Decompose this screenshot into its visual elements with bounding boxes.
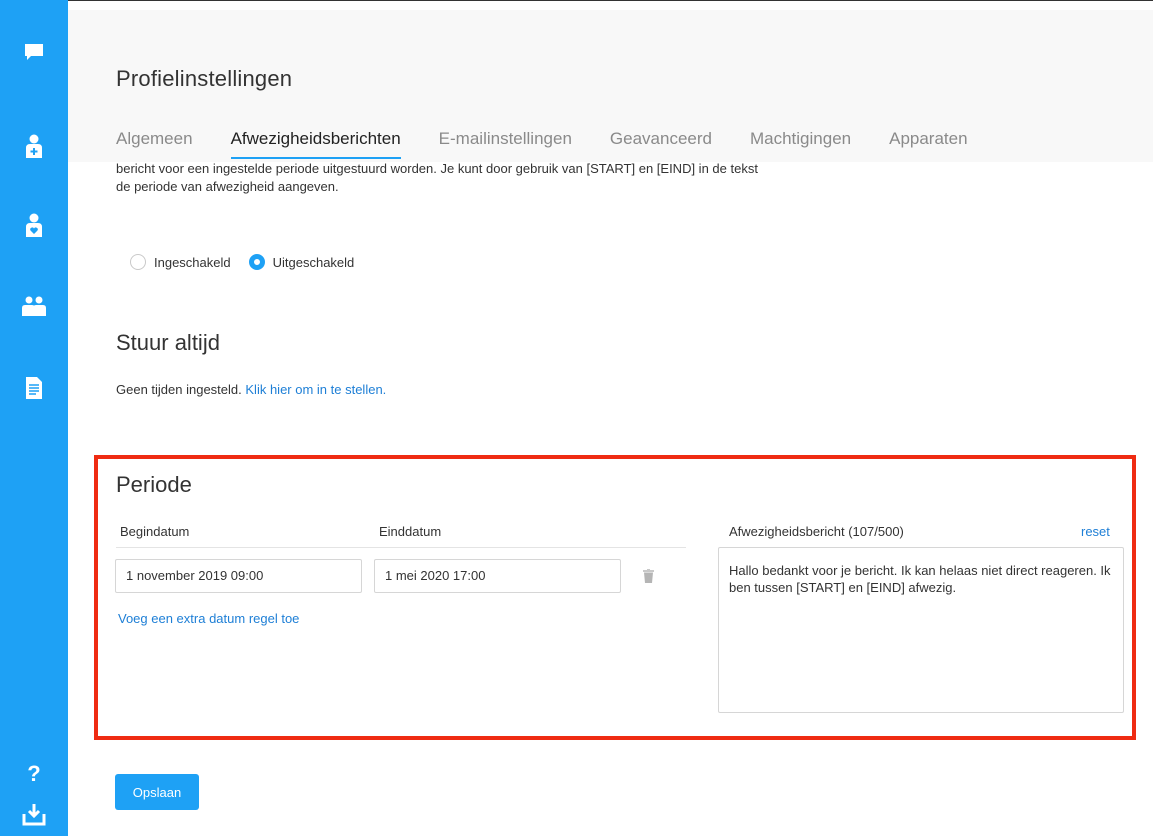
page-title: Profielinstellingen [116, 66, 293, 91]
tab-geavanceerd[interactable]: Geavanceerd [610, 129, 712, 159]
radio-label: Ingeschakeld [154, 254, 231, 270]
end-date-input[interactable]: 1 mei 2020 17:00 [374, 559, 621, 593]
user-add-icon[interactable] [22, 134, 46, 158]
radio-checked-icon [248, 254, 265, 270]
end-date-label: Einddatum [379, 524, 442, 539]
message-textarea[interactable]: Hallo bedankt voor je bericht. Ik kan he… [718, 547, 1124, 713]
tab-e-mailinstellingen[interactable]: E-mailinstellingen [439, 129, 572, 159]
always-note: Geen tijden ingesteld. Klik hier om in t… [116, 382, 386, 397]
radio-unchecked-icon [130, 254, 146, 270]
start-date-input[interactable]: 1 november 2019 09:00 [115, 559, 362, 593]
reset-link[interactable]: reset [1081, 524, 1110, 539]
sidebar: ? [0, 0, 68, 836]
start-date-label: Begindatum [120, 524, 190, 539]
tab-machtigingen[interactable]: Machtigingen [750, 129, 851, 159]
section-title-stuur-altijd: Stuur altijd [116, 330, 220, 355]
section-title-periode: Periode [116, 472, 192, 497]
status-radio-group: Ingeschakeld Uitgeschakeld [130, 254, 372, 270]
radio-label: Uitgeschakeld [272, 254, 355, 270]
chat-icon[interactable] [22, 40, 46, 64]
intro-line-2: de periode van afwezigheid aangeven. [116, 179, 339, 194]
intro-line-1: bericht voor een ingestelde periode uitg… [116, 161, 758, 176]
top-border [0, 0, 1153, 1]
always-setup-link[interactable]: Klik hier om in te stellen. [245, 382, 386, 397]
radio-ingeschakeld[interactable]: Ingeschakeld [130, 254, 231, 270]
intro-text: bericht voor een ingestelde periode uitg… [116, 160, 916, 196]
download-icon[interactable] [22, 802, 46, 826]
help-icon[interactable]: ? [22, 761, 46, 786]
tab-apparaten[interactable]: Apparaten [889, 129, 967, 159]
column-divider [116, 547, 686, 548]
tab-algemeen[interactable]: Algemeen [116, 129, 193, 159]
user-heart-icon[interactable] [22, 213, 46, 237]
radio-uitgeschakeld[interactable]: Uitgeschakeld [248, 254, 355, 270]
document-icon[interactable] [22, 376, 46, 400]
tab-bar: Algemeen Afwezigheidsberichten E-mailins… [116, 129, 1006, 159]
trash-icon[interactable] [643, 568, 654, 588]
users-icon[interactable] [22, 294, 46, 318]
message-label: Afwezigheidsbericht (107/500) [729, 524, 904, 539]
always-text: Geen tijden ingesteld. [116, 382, 242, 397]
save-button[interactable]: Opslaan [115, 774, 199, 810]
settings-header: Profielinstellingen Algemeen Afwezigheid… [68, 10, 1153, 162]
add-date-row-link[interactable]: Voeg een extra datum regel toe [118, 611, 299, 626]
tab-afwezigheidsberichten[interactable]: Afwezigheidsberichten [230, 129, 401, 159]
